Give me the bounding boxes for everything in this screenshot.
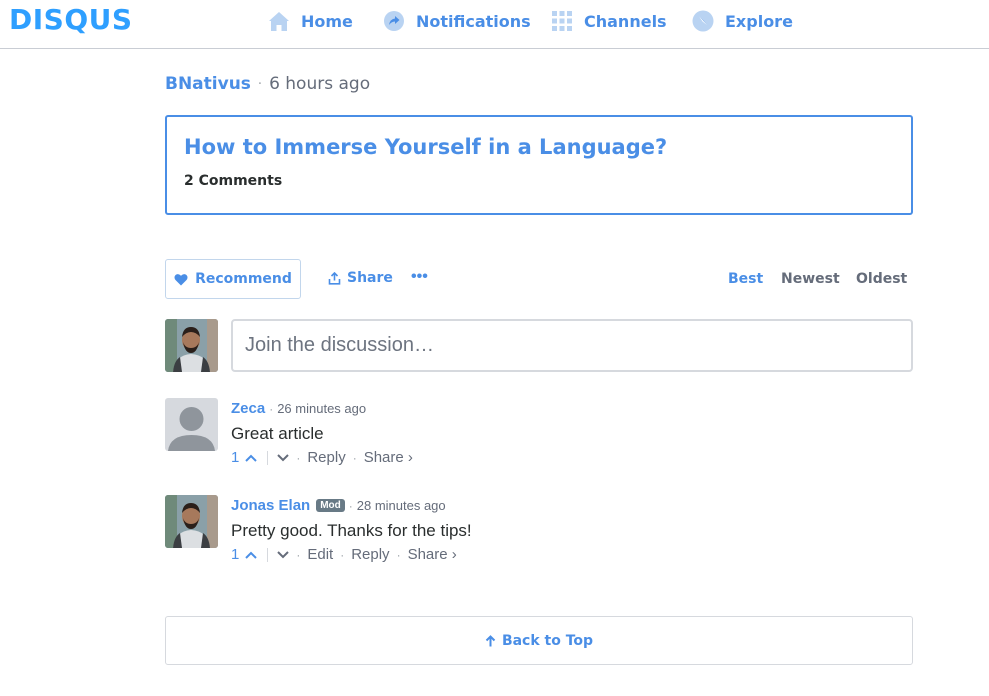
article-title[interactable]: How to Immerse Yourself in a Language?	[184, 135, 667, 159]
disqus-logo[interactable]: DISQUS	[9, 3, 133, 36]
post-timestamp: 6 hours ago	[269, 74, 371, 94]
nav-explore-label: Explore	[725, 11, 793, 31]
nav-notifications[interactable]: Notifications	[383, 8, 531, 34]
user-photo-avatar	[165, 495, 218, 548]
sort-newest-tab[interactable]: Newest	[781, 271, 840, 287]
meta-separator: ·	[257, 76, 263, 92]
recommend-button[interactable]: Recommend	[165, 259, 301, 299]
nav-home-label: Home	[301, 11, 353, 31]
comment-author-name[interactable]: Jonas Elan	[231, 497, 310, 514]
share-label: Share	[347, 270, 393, 286]
footer-separator: ·	[296, 547, 301, 562]
downvote-button[interactable]	[277, 550, 290, 559]
comment-author-avatar[interactable]	[165, 398, 218, 451]
back-to-top-button[interactable]: Back to Top	[165, 616, 913, 665]
comment-share-link[interactable]: Share ›	[364, 449, 413, 466]
comment-meta-separator: ·	[348, 498, 353, 513]
comment-timestamp[interactable]: 28 minutes ago	[357, 498, 446, 513]
share-button[interactable]: Share	[328, 270, 393, 286]
post-author-link[interactable]: BNativus	[165, 74, 251, 94]
comment-meta-separator: ·	[269, 401, 274, 416]
chevron-down-icon	[277, 550, 290, 558]
article-card[interactable]: How to Immerse Yourself in a Language? 2…	[165, 115, 913, 215]
join-discussion-input[interactable]	[231, 319, 913, 372]
top-navigation-bar: DISQUS Home Notifications Channels Explo…	[0, 0, 989, 49]
comment-author-avatar[interactable]	[165, 495, 218, 548]
nav-channels[interactable]: Channels	[551, 8, 667, 34]
upvote-button[interactable]: 1	[231, 449, 258, 466]
comment-footer: 1 · Edit · Reply · Share ›	[231, 546, 457, 563]
moderator-badge: Mod	[316, 499, 345, 512]
nav-home[interactable]: Home	[268, 8, 353, 34]
comment-header: Zeca · 26 minutes ago	[231, 400, 366, 417]
home-icon	[269, 12, 289, 31]
user-photo-avatar	[165, 319, 218, 372]
footer-separator: ·	[396, 547, 401, 562]
reply-link[interactable]: Reply	[307, 449, 345, 466]
sort-best-tab[interactable]: Best	[728, 271, 763, 287]
comment-text: Pretty good. Thanks for the tips!	[231, 521, 472, 540]
downvote-button[interactable]	[277, 453, 290, 462]
back-to-top-label: Back to Top	[501, 632, 594, 649]
heart-icon	[174, 273, 188, 285]
comment-footer: 1 · Reply · Share ›	[231, 449, 413, 466]
recommend-label: Recommend	[195, 271, 292, 287]
current-user-avatar[interactable]	[165, 319, 218, 372]
default-avatar	[165, 398, 218, 451]
comment-timestamp[interactable]: 26 minutes ago	[277, 401, 366, 416]
vote-divider	[267, 450, 269, 465]
notifications-icon	[384, 11, 404, 31]
arrow-up-icon	[485, 634, 496, 646]
footer-separator: ·	[296, 450, 301, 465]
comment-header: Jonas Elan Mod · 28 minutes ago	[231, 497, 446, 514]
nav-notifications-label: Notifications	[416, 11, 531, 31]
footer-separator: ·	[352, 450, 357, 465]
reply-link[interactable]: Reply	[351, 546, 389, 563]
nav-explore[interactable]: Explore	[692, 8, 793, 34]
channels-grid-icon	[552, 11, 572, 31]
post-meta: BNativus · 6 hours ago	[165, 74, 370, 94]
vote-count: 1	[231, 449, 240, 466]
edit-link[interactable]: Edit	[307, 546, 333, 563]
footer-separator: ·	[340, 547, 345, 562]
nav-channels-label: Channels	[584, 11, 667, 31]
comment-text: Great article	[231, 424, 324, 443]
article-comment-count: 2 Comments	[184, 173, 283, 189]
vote-divider	[267, 547, 269, 562]
chevron-up-icon	[245, 454, 258, 462]
chevron-down-icon	[277, 453, 290, 461]
compass-icon	[692, 10, 714, 32]
comment-share-link[interactable]: Share ›	[408, 546, 457, 563]
share-upload-icon	[328, 271, 341, 285]
vote-count: 1	[231, 546, 240, 563]
more-options-button[interactable]: •••	[411, 268, 428, 286]
sort-oldest-tab[interactable]: Oldest	[856, 271, 907, 287]
chevron-up-icon	[245, 551, 258, 559]
upvote-button[interactable]: 1	[231, 546, 258, 563]
comment-author-name[interactable]: Zeca	[231, 400, 265, 417]
